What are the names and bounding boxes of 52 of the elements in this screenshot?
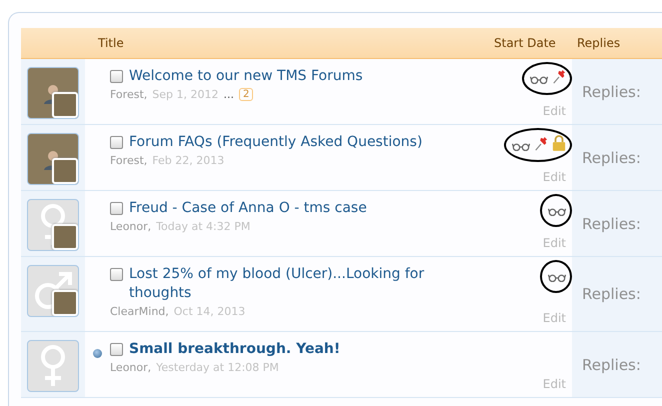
glasses-icon [512, 142, 530, 150]
glasses-icon [548, 273, 566, 282]
avatar[interactable] [27, 199, 79, 251]
column-header[interactable]: Title [98, 36, 494, 50]
avatar-badge[interactable] [52, 224, 78, 250]
start-date: Oct 14, 2013 [174, 305, 246, 318]
thread-title[interactable]: Small breakthrough. Yeah! [129, 340, 340, 359]
female-symbol-icon [38, 344, 68, 388]
checkbox[interactable] [110, 202, 123, 215]
start-date: Yesterday at 12:08 PM [156, 361, 279, 374]
avatar-badge[interactable] [52, 158, 78, 184]
photo-placeholder[interactable] [27, 133, 79, 185]
thread-title[interactable]: Forum FAQs (Frequently Asked Questions) [129, 133, 422, 152]
column-header[interactable]: Start Date [494, 36, 577, 50]
checkbox[interactable] [110, 268, 123, 281]
glasses-icon [530, 75, 548, 84]
thread-title[interactable]: Lost 25% of my blood (Ulcer)...Looking for thoughts [129, 265, 482, 303]
replies-label: Replies: [582, 148, 641, 166]
edit-link[interactable]: Edit [542, 170, 566, 184]
replies-label: Replies: [582, 82, 641, 100]
glasses-icon [548, 207, 566, 216]
checkbox[interactable] [110, 136, 123, 149]
start-date: Sep 1, 2012 [152, 88, 218, 101]
checkbox[interactable] [110, 343, 123, 356]
thread-title[interactable]: Welcome to our new TMS Forums [129, 67, 363, 86]
replies-label: Replies: [582, 214, 641, 232]
avatar[interactable] [27, 265, 79, 317]
avatar-badge[interactable] [52, 92, 78, 118]
column-header[interactable]: Replies [577, 36, 620, 50]
thread-title[interactable]: Freud - Case of Anna O - tms case [129, 199, 367, 218]
edit-link[interactable]: Edit [542, 104, 566, 118]
pin-icon [552, 70, 566, 84]
lock-icon [552, 135, 566, 151]
photo-placeholder[interactable] [27, 67, 79, 119]
avatar-badge[interactable] [52, 290, 78, 316]
edit-link[interactable]: Edit [542, 236, 566, 250]
pin-icon [534, 136, 548, 150]
female-symbol-icon [38, 203, 68, 247]
start-date: Today at 4:32 PM [156, 220, 250, 233]
author-link[interactable]: Leonor, [110, 220, 152, 233]
author-link[interactable]: Forest, [110, 154, 148, 167]
author-link[interactable]: ClearMind, [110, 305, 169, 318]
checkbox[interactable] [110, 70, 123, 83]
ellipsis: ... [223, 88, 234, 101]
author-link[interactable]: Leonor, [110, 361, 152, 374]
edit-link[interactable]: Edit [542, 377, 566, 391]
replies-label: Replies: [582, 285, 641, 303]
replies-label: Replies: [582, 356, 641, 374]
start-date: Feb 22, 2013 [152, 154, 224, 167]
author-link[interactable]: Forest, [110, 88, 148, 101]
edit-link[interactable]: Edit [542, 311, 566, 325]
page-link[interactable]: 2 [238, 88, 254, 101]
